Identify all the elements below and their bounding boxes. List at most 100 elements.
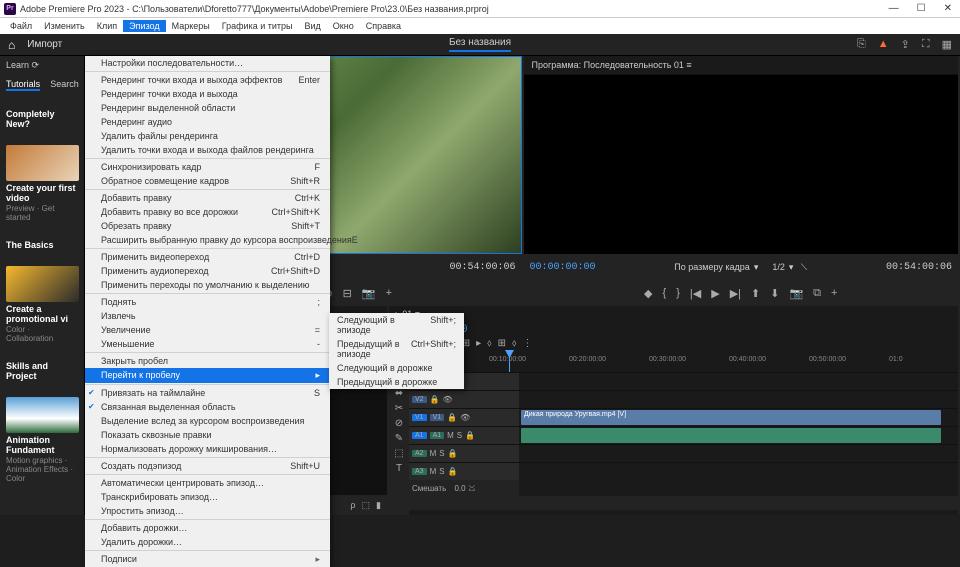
- home-icon[interactable]: ⌂: [8, 38, 15, 52]
- mark-out-icon[interactable]: }: [676, 287, 680, 299]
- step-fwd-icon[interactable]: ▶|: [730, 287, 741, 300]
- quick-export-icon[interactable]: ⎘: [857, 38, 866, 51]
- menu-item[interactable]: Нормализовать дорожку микширования…: [85, 442, 330, 456]
- menu-item[interactable]: Добавить правкуCtrl+K: [85, 191, 330, 205]
- menu-item[interactable]: Подписи▸: [85, 552, 330, 567]
- menu-item[interactable]: Удалить точки входа и выхода файлов ренд…: [85, 143, 330, 157]
- menu-edit[interactable]: Изменить: [38, 20, 91, 32]
- maximize-button[interactable]: ☐: [913, 3, 930, 14]
- submenu-item[interactable]: Предыдущий в эпизодеCtrl+Shift+;: [329, 337, 464, 361]
- menu-item[interactable]: Показать сквозные правки: [85, 428, 330, 442]
- submenu-item[interactable]: Предыдущий в дорожке: [329, 375, 464, 389]
- new-bin-icon[interactable]: ρ: [350, 500, 355, 510]
- menu-graphics[interactable]: Графика и титры: [216, 20, 299, 32]
- lift-icon[interactable]: ⬆: [751, 287, 760, 300]
- menu-markers[interactable]: Маркеры: [166, 20, 216, 32]
- tutorial-thumb[interactable]: [6, 397, 79, 433]
- menu-bar[interactable]: Файл Изменить Клип Эпизод Маркеры График…: [0, 18, 960, 34]
- menu-item[interactable]: Рендеринг точки входа и выхода эффектовE…: [85, 73, 330, 87]
- export-frame-icon[interactable]: 📷: [789, 287, 803, 300]
- play-icon[interactable]: ▶: [711, 287, 719, 300]
- timeline-setting-icon[interactable]: ⋮: [523, 338, 533, 354]
- sequence-menu-dropdown[interactable]: Настройки последовательности… Рендеринг т…: [85, 56, 330, 567]
- program-transport-buttons[interactable]: ◆ { } |◀ ▶ ▶| ⬆ ⬇ 📷 ⧉ +: [524, 280, 959, 306]
- menu-item[interactable]: ✔Привязать на таймлайнеS: [85, 386, 330, 400]
- audio-clip[interactable]: [521, 428, 941, 443]
- program-monitor[interactable]: [524, 75, 959, 254]
- menu-item[interactable]: Настройки последовательности…: [85, 56, 330, 70]
- close-button[interactable]: ✕: [940, 3, 956, 14]
- menu-item[interactable]: Увеличение=: [85, 323, 330, 337]
- minimize-button[interactable]: —: [885, 3, 903, 14]
- tool-icon[interactable]: ⊘: [395, 418, 403, 429]
- menu-item[interactable]: Перейти к пробелу▸: [85, 368, 330, 383]
- tutorial-thumb[interactable]: [6, 145, 79, 181]
- program-timecode-left[interactable]: 00:00:00:00: [530, 262, 596, 273]
- menu-help[interactable]: Справка: [360, 20, 407, 32]
- menu-item[interactable]: Синхронизировать кадрF: [85, 160, 330, 174]
- submenu-item[interactable]: Следующий в дорожке: [329, 361, 464, 375]
- menu-item[interactable]: ✔Связанная выделенная область: [85, 400, 330, 414]
- step-back-icon[interactable]: |◀: [690, 287, 701, 300]
- menu-item[interactable]: Выделение вслед за курсором воспроизведе…: [85, 414, 330, 428]
- timeline-settings-row[interactable]: ⬨⟲⊟ᛞ⬚⊞▸⬨⊞⬨⋮: [389, 338, 958, 354]
- import-tab[interactable]: Импорт: [27, 39, 62, 50]
- mark-in-icon[interactable]: {: [663, 287, 667, 299]
- menu-item[interactable]: Автоматически центрировать эпизод…: [85, 476, 330, 490]
- menu-item[interactable]: Уменьшение-: [85, 337, 330, 351]
- overwrite-icon[interactable]: ⊟: [343, 287, 352, 300]
- tab-tutorials[interactable]: Tutorials: [6, 79, 40, 91]
- tutorial-title[interactable]: Create a promotional vi: [6, 304, 78, 324]
- submenu-item[interactable]: Следующий в эпизодеShift+;: [329, 313, 464, 337]
- new-item-icon[interactable]: ⬚: [362, 500, 371, 511]
- playhead[interactable]: [509, 354, 510, 372]
- menu-item[interactable]: Добавить правку во все дорожкиCtrl+Shift…: [85, 205, 330, 219]
- menu-item[interactable]: Добавить дорожки…: [85, 521, 330, 535]
- share-icon[interactable]: ⇪: [901, 38, 910, 51]
- menu-sequence[interactable]: Эпизод: [123, 20, 165, 32]
- menu-item[interactable]: Применить аудиопереходCtrl+Shift+D: [85, 264, 330, 278]
- tool-icon[interactable]: T: [396, 463, 402, 474]
- timeline-setting-icon[interactable]: ▸: [476, 338, 481, 354]
- project-title-tab[interactable]: Без названия: [449, 37, 511, 52]
- menu-item[interactable]: Поднять;: [85, 295, 330, 309]
- goto-gap-submenu[interactable]: Следующий в эпизодеShift+;Предыдущий в э…: [329, 313, 464, 389]
- timeline-setting-icon[interactable]: ⊞: [498, 338, 506, 354]
- more-icon[interactable]: +: [386, 287, 392, 299]
- tab-search[interactable]: Search: [50, 79, 79, 91]
- tutorial-title[interactable]: Create your first video: [6, 183, 78, 203]
- menu-item[interactable]: Обратное совмещение кадровShift+R: [85, 174, 330, 188]
- menu-item[interactable]: Создать подэпизодShift+U: [85, 459, 330, 473]
- menu-item[interactable]: Извлечь: [85, 309, 330, 323]
- tool-icon[interactable]: ✂: [395, 403, 403, 414]
- menu-item[interactable]: Закрыть пробел: [85, 354, 330, 368]
- tool-icon[interactable]: ⬌: [395, 388, 403, 399]
- timeline-timecode[interactable]: 00:00:00:00: [389, 322, 958, 338]
- tutorial-title[interactable]: Animation Fundament: [6, 435, 78, 455]
- compare-icon[interactable]: ⧉: [813, 287, 821, 300]
- menu-item[interactable]: Применить переходы по умолчанию к выделе…: [85, 278, 330, 292]
- tool-icon[interactable]: ⬚: [394, 448, 403, 459]
- menu-window[interactable]: Окно: [327, 20, 360, 32]
- more-icon[interactable]: +: [831, 287, 837, 299]
- timeline-ruler[interactable]: :00:0000:10:00:0000:20:00:0000:30:00:000…: [409, 354, 958, 372]
- video-clip[interactable]: Дикая природа Уругвая.mp4 [V]: [521, 410, 941, 425]
- menu-clip[interactable]: Клип: [91, 20, 123, 32]
- trash-icon[interactable]: ▮: [376, 500, 381, 511]
- menu-item[interactable]: Применить видеопереходCtrl+D: [85, 250, 330, 264]
- warning-icon[interactable]: ▲: [878, 38, 889, 51]
- menu-item[interactable]: Рендеринг точки входа и выхода: [85, 87, 330, 101]
- menu-item[interactable]: Обрезать правкуShift+T: [85, 219, 330, 233]
- menu-item[interactable]: Упростить эпизод…: [85, 504, 330, 518]
- export-frame-icon[interactable]: 📷: [362, 287, 376, 300]
- menu-file[interactable]: Файл: [4, 20, 38, 32]
- menu-item[interactable]: Удалить файлы рендеринга: [85, 129, 330, 143]
- timeline-tracks[interactable]: :00:0000:10:00:0000:20:00:0000:30:00:000…: [409, 354, 958, 515]
- marker-icon[interactable]: ◆: [644, 287, 652, 300]
- tool-icon[interactable]: ✎: [395, 433, 403, 444]
- menu-view[interactable]: Вид: [299, 20, 327, 32]
- program-fit[interactable]: По размеру кадра: [674, 262, 750, 272]
- extract-icon[interactable]: ⬇: [770, 287, 779, 300]
- menu-item[interactable]: Расширить выбранную правку до курсора во…: [85, 233, 330, 247]
- menu-item[interactable]: Рендеринг аудио: [85, 115, 330, 129]
